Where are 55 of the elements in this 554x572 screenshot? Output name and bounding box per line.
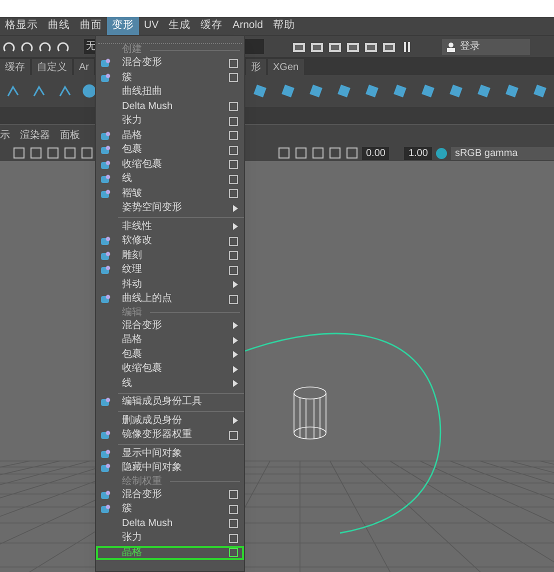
menu-item[interactable]: 混合变形 bbox=[96, 56, 244, 70]
login-dropdown[interactable]: 登录 bbox=[442, 38, 530, 54]
menu-item[interactable]: 曲线扭曲 bbox=[96, 85, 244, 100]
menu-bar-item[interactable]: 生成 bbox=[164, 17, 196, 35]
menu-bar-item[interactable]: Arnold bbox=[228, 17, 268, 35]
menu-item[interactable]: 抖动 bbox=[96, 278, 244, 292]
menu-item[interactable]: 线 bbox=[96, 172, 244, 186]
shelf-tab[interactable]: XGen bbox=[268, 59, 304, 75]
menu-item[interactable]: 隐藏中间对象 bbox=[96, 461, 244, 476]
panel-menu-item[interactable]: 面板 bbox=[60, 128, 80, 142]
section-label: 绘制权重 bbox=[122, 476, 162, 486]
menu-item[interactable]: 混合变形 bbox=[96, 488, 244, 502]
gamma-field[interactable]: 1.00 bbox=[404, 146, 432, 160]
panel-menu-item[interactable]: 渲染器 bbox=[20, 128, 50, 142]
menu-bar-item[interactable]: 曲线 bbox=[43, 17, 75, 35]
menu-item[interactable]: 收缩包裹 bbox=[96, 362, 244, 376]
menu-item[interactable]: 混合变形 bbox=[96, 318, 244, 333]
menu-item[interactable]: 簇 bbox=[96, 502, 244, 516]
menu-item[interactable]: 张力 bbox=[96, 531, 244, 546]
menu-bar-item[interactable]: UV bbox=[139, 17, 164, 35]
shelf-tab[interactable]: 自定义 bbox=[32, 59, 72, 75]
panel-menu-item[interactable]: 示 bbox=[0, 128, 10, 142]
menu-item[interactable]: Delta Mush bbox=[96, 100, 244, 114]
menu-item[interactable]: 显示中间对象 bbox=[96, 446, 244, 461]
menu-item[interactable]: 雕刻 bbox=[96, 248, 244, 263]
section-label: 创建 bbox=[122, 45, 142, 55]
menu-item[interactable]: 软修改 bbox=[96, 234, 244, 248]
menu-bar-item[interactable]: 变形 bbox=[107, 17, 139, 35]
menu-item[interactable]: 姿势空间变形 bbox=[96, 201, 244, 216]
menu-item[interactable]: 编辑成员身份工具 bbox=[96, 395, 244, 410]
menu-item[interactable]: 曲线上的点 bbox=[96, 292, 244, 306]
menu-bar-item[interactable]: 缓存 bbox=[196, 17, 228, 35]
menu-item[interactable]: 收缩包裹 bbox=[96, 158, 244, 172]
menu-item[interactable]: Delta Mush bbox=[96, 516, 244, 531]
menu-bar-item[interactable]: 格显示 bbox=[0, 17, 43, 35]
menu-item[interactable]: 删减成员身份 bbox=[96, 414, 244, 428]
menu-item[interactable]: 包裹 bbox=[96, 348, 244, 362]
exposure-field[interactable]: 0.00 bbox=[362, 146, 390, 160]
shelf-tab[interactable]: 缓存 bbox=[0, 59, 30, 75]
color-space-field[interactable]: sRGB gamma bbox=[450, 146, 554, 160]
shelf-tab[interactable]: 形 bbox=[246, 59, 266, 75]
menu-item[interactable]: 纹理 bbox=[96, 263, 244, 278]
menu-item[interactable]: 线 bbox=[96, 376, 244, 391]
menu-item[interactable]: 簇 bbox=[96, 70, 244, 85]
menu-item[interactable]: 晶格 bbox=[96, 128, 244, 143]
menu-item[interactable]: 晶格 bbox=[96, 333, 244, 348]
section-label: 编辑 bbox=[122, 308, 142, 318]
menu-bar-item[interactable]: 曲面 bbox=[75, 17, 107, 35]
menu-item[interactable]: 褶皱 bbox=[96, 186, 244, 201]
menu-item[interactable]: 张力 bbox=[96, 114, 244, 128]
menu-item[interactable]: 镜像变形器权重 bbox=[96, 428, 244, 442]
menu-bar-item[interactable]: 帮助 bbox=[268, 17, 300, 35]
menu-item[interactable]: 包裹 bbox=[96, 143, 244, 158]
menu-item[interactable]: 非线性 bbox=[96, 220, 244, 234]
shelf-tab[interactable]: Ar bbox=[74, 59, 94, 75]
